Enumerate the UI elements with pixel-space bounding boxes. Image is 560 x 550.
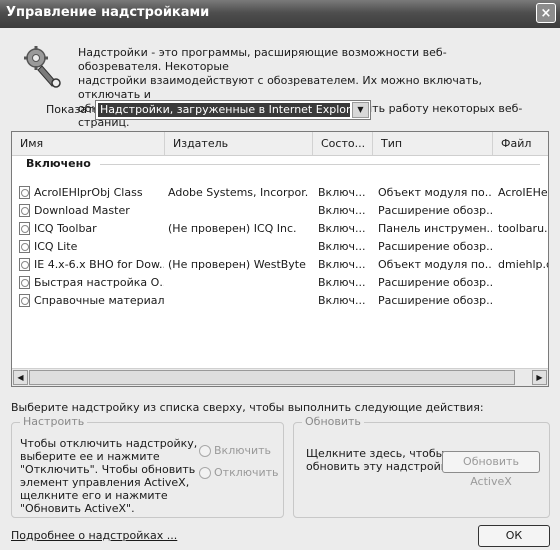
addon-name: ICQ Toolbar [34,222,97,235]
column-name[interactable]: Имя [12,132,165,155]
add-on-icon [19,276,30,289]
addon-name: Быстрая настройка О... [34,276,164,289]
addon-publisher: (Не проверен) ICQ Inc. [168,222,297,235]
addon-publisher [168,202,308,220]
addon-name: Справочные материалы [34,294,164,307]
intro-line: надстройки взаимодействуют с обозревател… [78,74,483,101]
addon-name: IE 4.x-6.x BHO for Dow... [34,258,164,271]
enable-radio-label: Включить [214,444,272,457]
configure-legend: Настроить [20,415,88,428]
group-divider [100,164,540,165]
add-ons-list[interactable]: Имя Издатель Состо... Тип Файл Включено … [11,131,549,387]
add-on-icon [19,294,30,307]
addon-name: AcroIEHlprObj Class [34,186,143,199]
addon-file: AcroIEHelp [498,186,548,199]
table-row[interactable]: Download Master Включ... Расширение обоз… [12,202,548,220]
addon-file [498,292,548,310]
gear-wrench-icon [24,46,61,88]
window-title: Управление надстройками [6,5,210,20]
update-line: Щелкните здесь, чтобы [306,447,445,460]
addon-name: ICQ Lite [34,240,78,253]
configure-text: Чтобы отключить надстройку, выберите ее … [20,437,197,515]
more-info-link[interactable]: Подробнее о надстройках ... [11,529,177,542]
ok-button[interactable]: ОК [478,525,550,547]
scrollbar-thumb[interactable] [29,370,515,385]
configure-line: Чтобы отключить надстройку, [20,437,198,450]
column-status[interactable]: Состо... [313,132,373,155]
group-enabled: Включено [26,157,91,170]
addon-type: Расширение обозр... [378,204,492,217]
disable-radio[interactable] [199,467,211,479]
disable-radio-label: Отключить [214,466,279,479]
column-type[interactable]: Тип [373,132,493,155]
update-legend: Обновить [302,415,364,428]
addon-publisher: (Не проверен) WestByte [168,258,306,271]
list-header: Имя Издатель Состо... Тип Файл [12,132,548,156]
chevron-down-icon[interactable]: ▼ [352,102,369,118]
configure-line: щелкните его и нажмите [20,489,168,502]
addon-type: Объект модуля по... [378,186,492,199]
addon-status: Включ... [318,258,366,271]
title-bar[interactable]: Управление надстройками × [0,0,560,28]
addon-status: Включ... [318,222,366,235]
addon-status: Включ... [318,204,366,217]
addon-status: Включ... [318,276,366,289]
add-on-icon [19,186,30,199]
table-row[interactable]: IE 4.x-6.x BHO for Dow... (Не проверен) … [12,256,548,274]
intro-line: Надстройки - это программы, расширяющие … [78,46,447,73]
table-row[interactable]: Быстрая настройка О... Включ... Расширен… [12,274,548,292]
scroll-right-icon[interactable]: ▶ [532,370,547,385]
addon-file [498,238,548,256]
add-on-icon [19,258,30,271]
configure-line: выберите ее и нажмите [20,450,160,463]
update-group: Обновить Щелкните здесь, чтобы обновить … [293,415,550,518]
addon-status: Включ... [318,186,366,199]
configure-line: "Обновить ActiveX". [20,502,135,515]
add-on-icon [19,204,30,217]
hint-text: Выберите надстройку из списка сверху, чт… [11,401,484,414]
show-dropdown[interactable]: Надстройки, загруженные в Internet Explo… [95,100,371,120]
addon-type: Объект модуля по... [378,258,492,271]
table-row[interactable]: AcroIEHlprObj Class Adobe Systems, Incor… [12,184,548,202]
enable-radio[interactable] [199,445,211,457]
horizontal-scrollbar[interactable]: ◀ ▶ [12,368,548,386]
addon-status: Включ... [318,294,366,307]
table-row[interactable]: ICQ Lite Включ... Расширение обозр... [12,238,548,256]
add-on-icon [19,222,30,235]
addon-file: toolbaru.d [498,222,548,235]
update-activex-button[interactable]: Обновить ActiveX [442,451,540,488]
column-file[interactable]: Файл [493,132,548,155]
close-button[interactable]: × [536,3,556,23]
addon-type: Расширение обозр... [378,276,492,289]
addon-publisher [168,274,308,292]
addon-type: Расширение обозр... [378,240,492,253]
addon-publisher: Adobe Systems, Incorpor... [168,186,308,199]
scroll-left-icon[interactable]: ◀ [13,370,28,385]
addon-status: Включ... [318,240,366,253]
configure-line: "Отключить". Чтобы обновить [20,463,196,476]
addon-file: dmiehlp.dll [498,258,548,271]
configure-group: Настроить Чтобы отключить надстройку, вы… [11,415,284,518]
column-publisher[interactable]: Издатель [165,132,313,155]
add-ons-window: Управление надстройками × Надстройки - э… [0,0,560,550]
addon-publisher [168,238,308,256]
configure-line: элемент управления ActiveX, [20,476,190,489]
addon-type: Расширение обозр... [378,294,492,307]
addon-type: Панель инструмен... [378,222,492,235]
addon-file [498,202,548,220]
update-text: Щелкните здесь, чтобы обновить эту надст… [306,447,454,473]
table-row[interactable]: ICQ Toolbar (Не проверен) ICQ Inc. Включ… [12,220,548,238]
table-row[interactable]: Справочные материалы Включ... Расширение… [12,292,548,310]
update-line: обновить эту надстройку [306,460,454,473]
show-dropdown-value: Надстройки, загруженные в Internet Explo… [98,103,350,117]
addon-publisher [168,292,308,310]
addon-file [498,274,548,292]
add-on-icon [19,240,30,253]
addon-name: Download Master [34,204,130,217]
